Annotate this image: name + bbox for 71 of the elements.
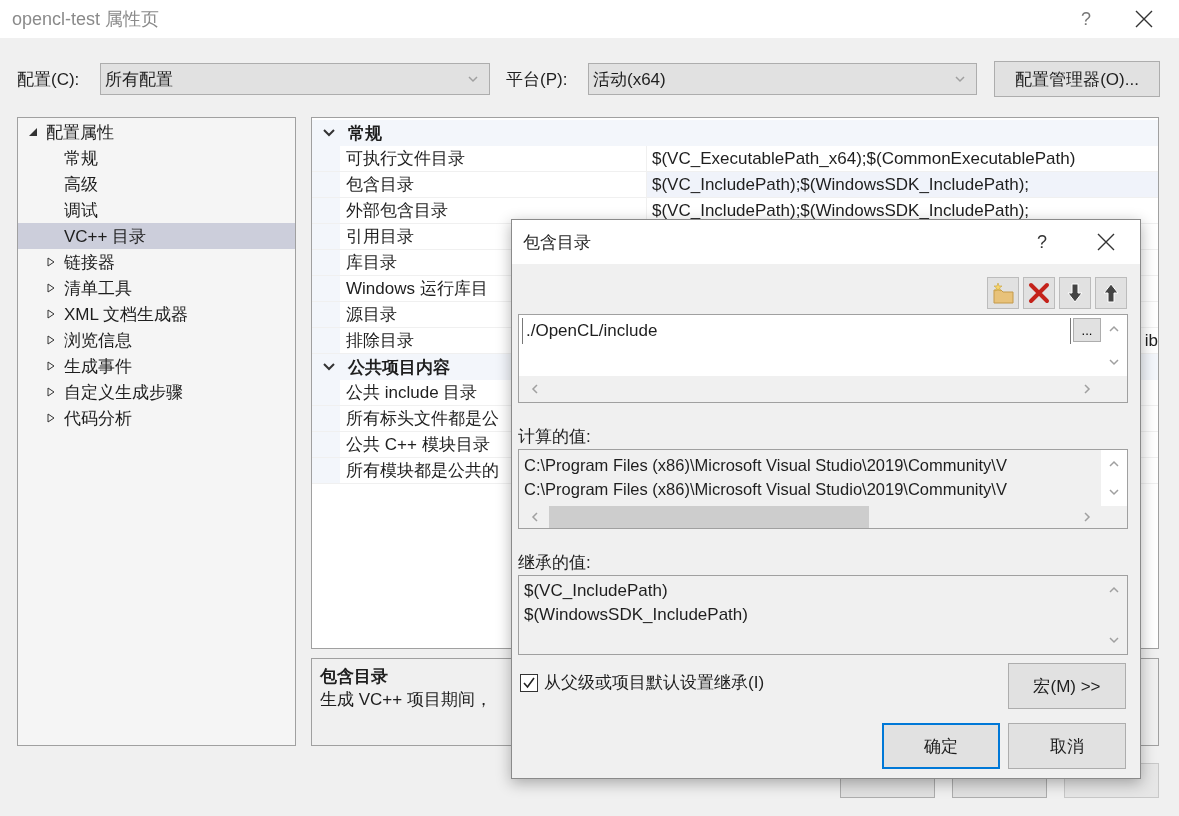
scroll-left-icon[interactable] bbox=[529, 383, 541, 395]
help-button[interactable]: ? bbox=[1081, 8, 1091, 30]
scroll-left-icon[interactable] bbox=[529, 511, 541, 523]
scrollbar-thumb[interactable] bbox=[549, 506, 869, 528]
dropdown-caret-icon[interactable] bbox=[467, 73, 479, 85]
tree-item[interactable]: 生成事件 bbox=[18, 353, 295, 379]
tree-item[interactable]: 代码分析 bbox=[18, 405, 295, 431]
collapsed-triangle-icon[interactable] bbox=[46, 361, 56, 371]
collapsed-triangle-icon[interactable] bbox=[46, 413, 56, 423]
description-text: 生成 VC++ 项目期间， bbox=[320, 689, 492, 711]
checkbox-label: 从父级或项目默认设置继承(I) bbox=[544, 672, 765, 694]
property-name[interactable]: 外部包含目录 bbox=[340, 198, 646, 223]
collapsed-triangle-icon[interactable] bbox=[46, 257, 56, 267]
dialog-button[interactable]: 确定 bbox=[882, 723, 1000, 769]
close-icon[interactable] bbox=[1135, 10, 1153, 28]
collapsed-triangle-icon[interactable] bbox=[46, 387, 56, 397]
tree-item[interactable]: 常规 bbox=[18, 145, 295, 171]
tree-item[interactable]: XML 文档生成器 bbox=[18, 301, 295, 327]
tree-item[interactable]: 链接器 bbox=[18, 249, 295, 275]
directory-list[interactable]: ./OpenCL/include ... bbox=[518, 314, 1128, 403]
scroll-down-icon[interactable] bbox=[1108, 356, 1120, 368]
inherit-checkbox[interactable] bbox=[520, 673, 538, 692]
config-label: 配置(C): bbox=[17, 68, 81, 91]
tree-item[interactable]: 清单工具 bbox=[18, 275, 295, 301]
inherited-label: 继承的值: bbox=[518, 552, 592, 571]
inherited-value: $(WindowsSDK_IncludePath) bbox=[524, 604, 749, 626]
expanded-triangle-icon[interactable] bbox=[28, 127, 38, 137]
section-header[interactable]: 常规 bbox=[348, 121, 382, 145]
dialog-title: 包含目录 bbox=[523, 231, 592, 254]
collapsed-triangle-icon[interactable] bbox=[46, 335, 56, 345]
toolbar-button[interactable] bbox=[1059, 277, 1091, 309]
scroll-right-icon[interactable] bbox=[1081, 511, 1093, 523]
tree-item[interactable]: 调试 bbox=[18, 197, 295, 223]
toolbar-button[interactable] bbox=[1095, 277, 1127, 309]
property-value[interactable]: $(VC_IncludePath);$(WindowsSDK_IncludePath); bbox=[646, 172, 1158, 197]
platform-label: 平台(P): bbox=[506, 68, 569, 91]
tree-item[interactable]: 自定义生成步骤 bbox=[18, 379, 295, 405]
close-icon[interactable] bbox=[1097, 233, 1115, 251]
inherited-value: $(VC_IncludePath) bbox=[524, 580, 669, 602]
macros-button[interactable]: 宏(M) >> bbox=[1008, 663, 1126, 709]
collapsed-triangle-icon[interactable] bbox=[46, 283, 56, 293]
property-name[interactable]: 可执行文件目录 bbox=[340, 146, 646, 171]
new-folder-icon bbox=[991, 282, 1015, 304]
evaluated-label: 计算的值: bbox=[518, 426, 592, 445]
browse-button[interactable]: ... bbox=[1073, 318, 1101, 342]
tree-item[interactable]: 浏览信息 bbox=[18, 327, 295, 353]
scroll-down-icon[interactable] bbox=[1108, 634, 1120, 646]
property-value[interactable]: $(VC_ExecutablePath_x64);$(CommonExecutablePath) bbox=[646, 146, 1158, 171]
platform-dropdown[interactable]: 活动(x64) bbox=[588, 63, 977, 95]
tree-item[interactable]: 高级 bbox=[18, 171, 295, 197]
collapsed-triangle-icon[interactable] bbox=[46, 309, 56, 319]
dropdown-caret-icon[interactable] bbox=[954, 73, 966, 85]
description-title: 包含目录 bbox=[320, 666, 388, 688]
tree-item[interactable]: 配置属性 bbox=[18, 119, 295, 145]
tree-item[interactable]: VC++ 目录 bbox=[18, 223, 295, 249]
scroll-down-icon[interactable] bbox=[1108, 486, 1120, 498]
down-arrow-icon bbox=[1066, 282, 1084, 304]
config-dropdown[interactable]: 所有配置 bbox=[100, 63, 490, 95]
scroll-right-icon[interactable] bbox=[1081, 383, 1093, 395]
help-button[interactable]: ? bbox=[1037, 231, 1047, 253]
section-header[interactable]: 公共项目内容 bbox=[348, 355, 450, 379]
dialog-button[interactable]: 取消 bbox=[1008, 723, 1126, 769]
toolbar-button[interactable] bbox=[1023, 277, 1055, 309]
config-manager-button[interactable]: 配置管理器(O)... bbox=[994, 61, 1160, 97]
delete-icon bbox=[1028, 282, 1050, 304]
directory-input[interactable]: ./OpenCL/include bbox=[522, 318, 1071, 344]
property-name[interactable]: 包含目录 bbox=[340, 172, 646, 197]
evaluated-value: C:\Program Files (x86)\Microsoft Visual Studio\2019\Community\V bbox=[524, 479, 1007, 500]
evaluated-value: C:\Program Files (x86)\Microsoft Visual Studio\2019\Community\V bbox=[524, 455, 1007, 476]
window-title: opencl-test 属性页 bbox=[12, 8, 161, 31]
up-arrow-icon bbox=[1102, 282, 1120, 304]
